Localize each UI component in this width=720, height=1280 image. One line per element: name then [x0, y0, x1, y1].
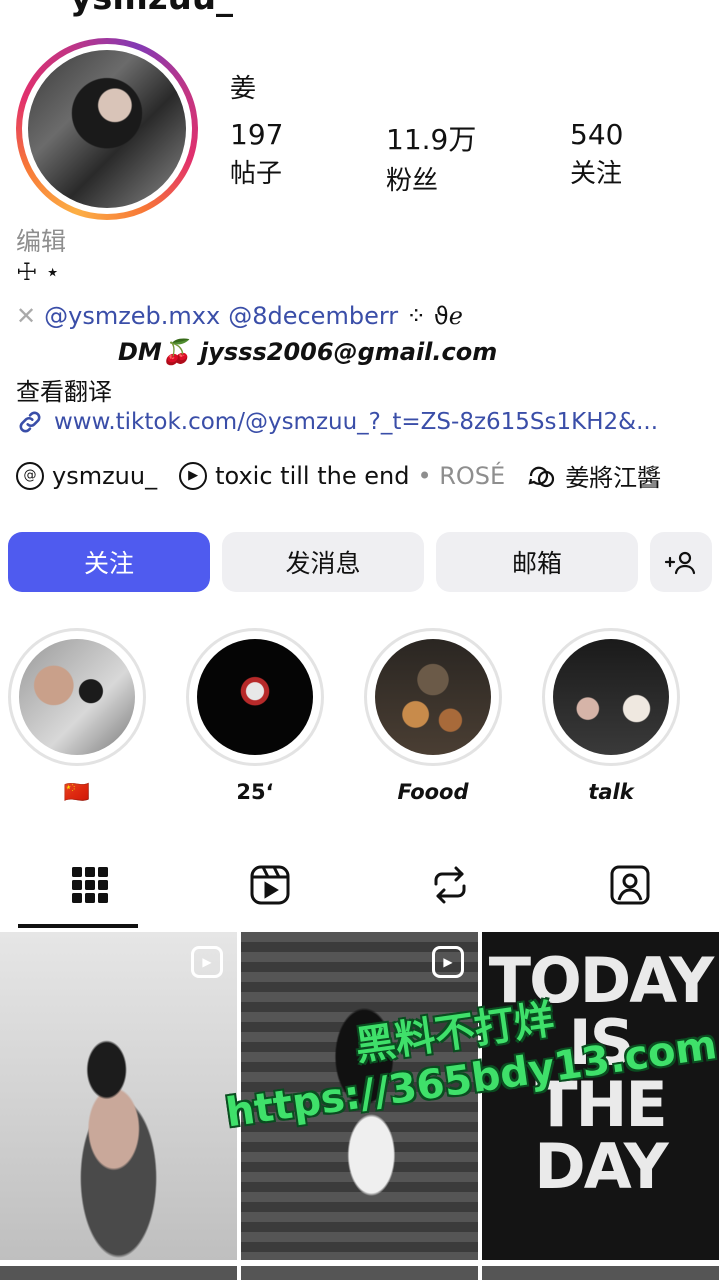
message-button[interactable]: 发消息	[222, 532, 424, 592]
highlight-item[interactable]: Foood	[364, 628, 502, 805]
music-title: toxic till the end	[215, 461, 410, 490]
tab-tagged[interactable]	[540, 842, 720, 928]
email-button[interactable]: 邮箱	[436, 532, 638, 592]
bio-link-text: www.tiktok.com/@ysmzuu_?_t=ZS-8z615Ss1KH…	[54, 409, 659, 435]
tab-reels[interactable]	[180, 842, 360, 928]
bio-trailing: ⁘ ϑℯ	[406, 302, 463, 330]
threads-handle: ysmzuu_	[52, 461, 158, 490]
tagged-icon	[610, 865, 650, 905]
stat-posts-label: 帖子	[230, 159, 283, 189]
highlight-item[interactable]: 🇨🇳	[8, 628, 146, 805]
threads-chip[interactable]: @ ysmzuu_	[16, 461, 158, 490]
tab-posts-grid[interactable]	[0, 842, 180, 928]
profile-tabs	[0, 842, 720, 928]
profile-chips: @ ysmzuu_ ▶ toxic till the end • ROSÉ 姜將…	[16, 458, 661, 493]
group-chip[interactable]: 姜將江醬	[527, 458, 661, 493]
bio-mention-1[interactable]: @ysmzeb.mxx	[44, 302, 220, 330]
music-chip[interactable]: ▶ toxic till the end • ROSÉ	[179, 461, 506, 490]
profile-username: ysmzuu_	[70, 0, 233, 18]
highlight-cover	[553, 639, 669, 755]
add-person-icon	[664, 551, 696, 575]
chat-bubbles-icon	[528, 466, 555, 487]
bio-dm-email: DM🍒 jysss2006@gmail.com	[118, 338, 498, 366]
posts-grid-next-row	[0, 1266, 720, 1280]
highlight-label: talk	[588, 780, 634, 804]
highlight-cover	[197, 639, 313, 755]
threads-icon: @	[16, 461, 44, 490]
highlight-label: 🇨🇳	[63, 780, 91, 804]
stat-followers-label: 粉丝	[386, 166, 439, 196]
post-text-line: DAY	[534, 1130, 668, 1203]
highlight-label: Foood	[397, 780, 469, 804]
link-icon	[19, 411, 41, 433]
bio-mention-2[interactable]: @8decemberr	[228, 302, 398, 330]
grid-icon	[72, 867, 108, 903]
bio-mentions-line: ✕ @ysmzeb.mxx @8decemberr ⁘ ϑℯ	[16, 302, 463, 330]
profile-avatar[interactable]	[16, 38, 198, 220]
add-person-button[interactable]	[650, 532, 712, 592]
stat-following[interactable]: 540 关注	[570, 118, 623, 190]
bio-symbols: ☩ ⋆	[16, 258, 61, 286]
see-translation-link[interactable]: 查看翻译	[16, 372, 112, 407]
stat-following-label: 关注	[570, 159, 623, 189]
reels-icon	[250, 865, 290, 905]
avatar-photo	[28, 50, 186, 208]
highlight-cover	[19, 639, 135, 755]
highlight-label: 25‘	[236, 780, 274, 804]
crossed-swords-icon: ✕	[16, 302, 37, 330]
post-thumbnail[interactable]: ▶	[0, 932, 237, 1260]
edit-profile-link[interactable]: 编辑	[16, 222, 66, 258]
repost-icon	[434, 866, 466, 904]
bio-link[interactable]: www.tiktok.com/@ysmzuu_?_t=ZS-8z615Ss1KH…	[16, 408, 706, 436]
stat-followers-value: 11.9万	[386, 123, 477, 156]
action-buttons: 关注 发消息 邮箱	[8, 532, 712, 592]
story-highlights: 🇨🇳 25‘ Foood talk	[8, 628, 680, 805]
tab-reposts[interactable]	[360, 842, 540, 928]
reel-indicator-icon: ▶	[432, 946, 464, 978]
reel-indicator-icon: ▶	[191, 946, 223, 978]
display-name: 姜	[230, 74, 257, 104]
follow-button[interactable]: 关注	[8, 532, 210, 592]
music-artist: • ROSÉ	[417, 461, 506, 490]
stat-posts[interactable]: 197 帖子	[230, 118, 283, 190]
highlight-cover	[375, 639, 491, 755]
stat-following-value: 540	[570, 118, 624, 151]
stat-followers[interactable]: 11.9万 粉丝	[386, 118, 476, 197]
group-name: 姜將江醬	[565, 464, 662, 492]
play-icon: ▶	[179, 461, 208, 490]
stat-posts-value: 197	[230, 118, 284, 151]
highlight-item[interactable]: 25‘	[186, 628, 324, 805]
highlight-item[interactable]: talk	[542, 628, 680, 805]
